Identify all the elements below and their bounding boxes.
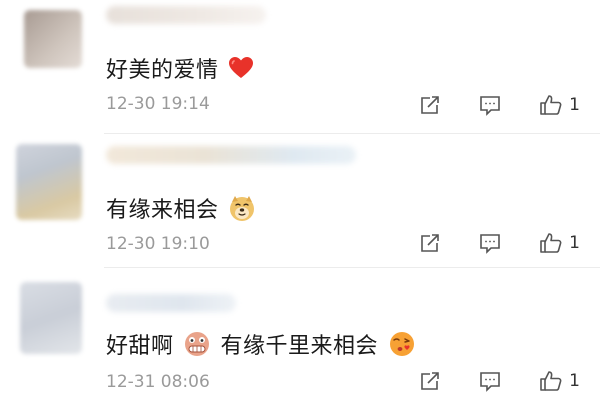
- comment-text-part: 好美的爱情: [106, 58, 219, 83]
- grimace-emoji: [183, 330, 211, 364]
- comment-item: 有缘来相会 12-30 19:10 1: [0, 134, 600, 268]
- comment-text-part: 有缘来相会: [106, 198, 219, 223]
- doge-emoji: [228, 194, 256, 228]
- comment-text: 有缘来相会: [106, 192, 258, 228]
- thumbs-up-icon[interactable]: [539, 370, 562, 392]
- avatar[interactable]: [16, 144, 82, 220]
- comment-icon[interactable]: [479, 370, 501, 392]
- comment-timestamp: 12-30 19:14: [106, 94, 210, 114]
- comment-actions: 1: [419, 232, 580, 254]
- comment-icon[interactable]: [479, 232, 501, 254]
- comment-text: 好甜啊 有缘千里来相会: [106, 328, 418, 364]
- comment-timestamp: 12-30 19:10: [106, 234, 210, 254]
- comment-text-part: 有缘千里来相会: [220, 334, 379, 359]
- avatar[interactable]: [24, 10, 82, 68]
- comment-item: 好甜啊 有缘千里来相会 12-31 08:06 1: [0, 268, 600, 402]
- share-icon[interactable]: [419, 232, 441, 254]
- comment-actions: 1: [419, 94, 580, 116]
- comment-text: 好美的爱情: [106, 52, 256, 86]
- comment-timestamp: 12-31 08:06: [106, 372, 210, 392]
- share-icon[interactable]: [419, 94, 441, 116]
- like-button[interactable]: 1: [539, 232, 580, 254]
- avatar[interactable]: [20, 282, 82, 354]
- username-blurred[interactable]: [106, 6, 266, 24]
- username-blurred[interactable]: [106, 146, 356, 164]
- like-count: 1: [569, 233, 580, 253]
- heart-emoji: [228, 56, 254, 86]
- comment-item: 好美的爱情 12-30 19:14 1: [0, 0, 600, 134]
- thumbs-up-icon[interactable]: [539, 94, 562, 116]
- share-icon[interactable]: [419, 370, 441, 392]
- comment-text-part: 好甜啊: [106, 334, 174, 359]
- like-button[interactable]: 1: [539, 370, 580, 392]
- like-count: 1: [569, 95, 580, 115]
- like-count: 1: [569, 371, 580, 391]
- kiss-emoji: [388, 330, 416, 364]
- username-blurred[interactable]: [106, 294, 236, 312]
- comment-icon[interactable]: [479, 94, 501, 116]
- like-button[interactable]: 1: [539, 94, 580, 116]
- comment-actions: 1: [419, 370, 580, 392]
- thumbs-up-icon[interactable]: [539, 232, 562, 254]
